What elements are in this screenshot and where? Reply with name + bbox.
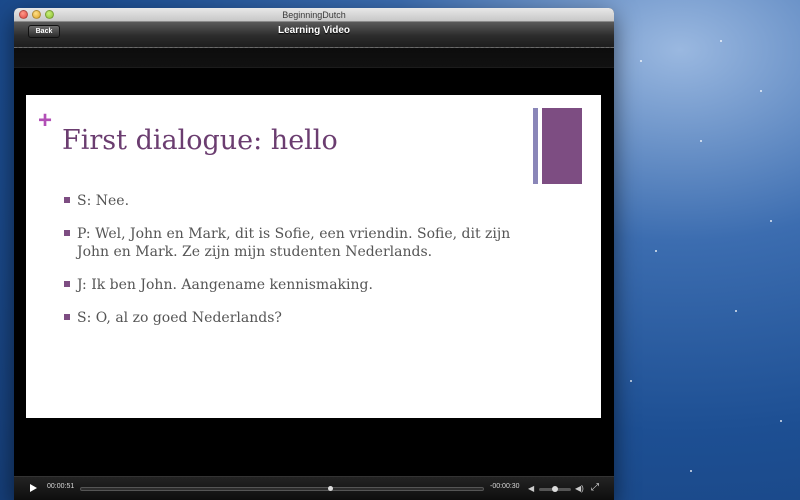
slide-bullet-list: S: Nee. P: Wel, John en Mark, dit is Sof… <box>64 192 534 342</box>
title-bar: BeginningDutch <box>14 8 614 22</box>
slide-accent-bar-wide <box>542 108 582 184</box>
fullscreen-icon[interactable]: ⤢ <box>591 482 599 493</box>
square-bullet-icon <box>64 230 70 236</box>
slide-bullet: P: Wel, John en Mark, dit is Sofie, een … <box>64 225 534 261</box>
slide-title: First dialogue: hello <box>62 125 338 156</box>
plus-icon: + <box>38 107 53 134</box>
slide-bullet: S: O, al zo goed Nederlands? <box>64 309 534 327</box>
progress-scrubber[interactable] <box>80 486 484 491</box>
elapsed-time: 00:00:51 <box>47 483 75 490</box>
navigation-bar: Back Learning Video <box>14 22 614 48</box>
volume-knob[interactable] <box>552 486 558 492</box>
slide-bullet-text: J: Ik ben John. Aangename kennismaking. <box>77 277 373 293</box>
slide-bullet: J: Ik ben John. Aangename kennismaking. <box>64 276 534 294</box>
square-bullet-icon <box>64 197 70 203</box>
slide-bullet-text: S: O, al zo goed Nederlands? <box>77 310 282 326</box>
video-frame-slide[interactable]: + First dialogue: hello S: Nee. P: Wel, … <box>26 95 601 418</box>
video-top-strip <box>14 48 614 68</box>
square-bullet-icon <box>64 314 70 320</box>
playhead-handle[interactable] <box>328 486 334 491</box>
slide-bullet-text: P: Wel, John en Mark, dit is Sofie, een … <box>77 226 511 260</box>
volume-low-icon[interactable]: ◀ <box>528 484 534 493</box>
app-window: BeginningDutch Back Learning Video + Fir… <box>14 8 614 500</box>
video-controls-bar: 00:00:51 -00:00:30 ◀ ◀) ⤢ <box>14 476 614 500</box>
window-title: BeginningDutch <box>282 10 346 20</box>
page-title: Learning Video <box>277 25 351 36</box>
volume-high-icon[interactable]: ◀) <box>575 484 584 493</box>
square-bullet-icon <box>64 281 70 287</box>
slide-bullet-text: S: Nee. <box>77 193 130 209</box>
remaining-time: -00:00:30 <box>490 483 520 490</box>
slide-bullet: S: Nee. <box>64 192 534 210</box>
slide-accent-bar-thin <box>533 108 538 184</box>
play-icon[interactable] <box>30 484 37 492</box>
volume-slider[interactable] <box>539 486 571 492</box>
